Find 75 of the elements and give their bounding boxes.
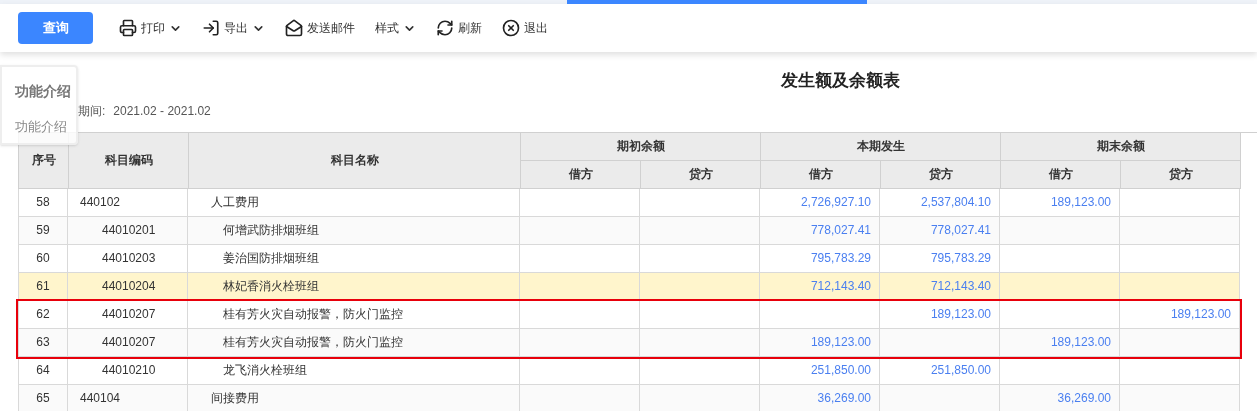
table-cell-text: 44010204 xyxy=(102,278,156,295)
printer-icon xyxy=(119,19,137,37)
table-row[interactable]: 60 44010203 姜治国防排烟班组 795,783.29 795,783.29 xyxy=(18,244,1240,273)
report-title: 发生额及余额表 xyxy=(780,71,900,90)
table-cell-text: 桂有芳火灾自动报警，防火门监控 xyxy=(223,306,403,323)
column-header: 科目编码 xyxy=(69,132,189,189)
table-cell-text: 64 xyxy=(36,362,50,379)
amount-cell-text: 712,143.40 xyxy=(810,278,871,295)
amount-cell-text: 251,850.00 xyxy=(930,362,991,379)
table-cell-text: 间接费用 xyxy=(211,390,259,407)
table-row[interactable]: 62 44010207 桂有芳火灾自动报警，防火门监控 189,123.00 189,123.00 xyxy=(18,300,1240,329)
toolbar-button[interactable]: 发送邮件 xyxy=(285,19,355,37)
table-cell-text: 61 xyxy=(36,278,50,295)
refresh-icon xyxy=(436,19,454,37)
table-cell-text: 44010201 xyxy=(102,222,156,239)
table-row[interactable]: 65 440104 间接费用 36,269.00 36,269.00 xyxy=(18,384,1240,411)
envelope-icon xyxy=(285,19,303,37)
amount-cell-text: 712,143.40 xyxy=(930,278,991,295)
column-header: 借方 xyxy=(761,160,881,189)
amount-cell-text: 189,123.00 xyxy=(930,306,991,323)
column-header: 贷方 xyxy=(641,160,761,189)
toolbar-button[interactable]: 退出 xyxy=(502,19,548,37)
table-row[interactable]: 63 44010207 桂有芳火灾自动报警，防火门监控 189,123.00 189,123.00 xyxy=(18,328,1240,357)
table-cell-text: 桂有芳火灾自动报警，防火门监控 xyxy=(223,334,403,351)
column-group-header: 期末余额 xyxy=(1001,132,1241,161)
table-cell-text: 440104 xyxy=(80,390,121,407)
table-cell-text: 60 xyxy=(36,250,50,267)
amount-cell-text: 2,726,927.10 xyxy=(800,194,871,211)
toolbar-button[interactable]: 刷新 xyxy=(436,19,482,37)
amount-cell-text: 2,537,804.10 xyxy=(920,194,991,211)
column-group-header: 本期发生 xyxy=(761,132,1001,161)
table-cell-text: 440102 xyxy=(80,194,121,211)
amount-cell-text: 795,783.29 xyxy=(810,250,871,267)
period-value: 2021.02 - 2021.02 xyxy=(113,102,211,120)
amount-cell-text: 778,027.41 xyxy=(810,222,871,239)
amount-cell-text: 795,783.29 xyxy=(930,250,991,267)
amount-cell-text: 189,123.00 xyxy=(1170,306,1231,323)
table-cell-text: 58 xyxy=(36,194,50,211)
table-cell-text: 63 xyxy=(36,334,50,351)
column-header: 借方 xyxy=(521,160,641,189)
table-cell-text: 姜治国防排烟班组 xyxy=(223,250,319,267)
toolbar-button[interactable]: 导出 xyxy=(202,19,265,37)
column-header: 借方 xyxy=(1001,160,1121,189)
table-cell-text: 59 xyxy=(36,222,50,239)
table-cell-text: 65 xyxy=(36,390,50,407)
help-link[interactable]: 功能介绍 xyxy=(15,119,67,134)
table-cell-text: 人工费用 xyxy=(211,194,259,211)
table-cell-text: 林妃香消火栓班组 xyxy=(223,278,319,295)
table-cell-text: 龙飞消火栓班组 xyxy=(223,362,307,379)
amount-cell-text: 251,850.00 xyxy=(810,362,871,379)
amount-cell-text: 189,123.00 xyxy=(1050,334,1111,351)
table-cell-text: 44010207 xyxy=(102,306,156,323)
amount-cell-text: 36,269.00 xyxy=(1057,390,1111,407)
amount-cell-text: 36,269.00 xyxy=(817,390,871,407)
column-header: 科目名称 xyxy=(189,132,521,189)
amount-cell-text: 189,123.00 xyxy=(1050,194,1111,211)
help-title: 功能介绍 xyxy=(15,82,72,101)
amount-cell-text: 189,123.00 xyxy=(810,334,871,351)
period-label: 期间: xyxy=(78,102,106,120)
table-cell-text: 44010203 xyxy=(102,250,156,267)
amount-cell-text: 778,027.41 xyxy=(930,222,991,239)
table-cell-text: 何增武防排烟班组 xyxy=(223,222,319,239)
column-header: 贷方 xyxy=(881,160,1001,189)
table-row[interactable]: 61 44010204 林妃香消火栓班组 712,143.40 712,143.40 xyxy=(18,272,1240,301)
close-icon xyxy=(502,19,520,37)
column-header: 贷方 xyxy=(1121,160,1241,189)
table-cell-text: 62 xyxy=(36,306,50,323)
table-cell-text: 44010207 xyxy=(102,334,156,351)
table-row[interactable]: 58 440102 人工费用 2,726,927.10 2,537,804.10 189,123.00 xyxy=(18,188,1240,217)
column-group-header: 期初余额 xyxy=(521,132,761,161)
toolbar-button[interactable]: 样式 xyxy=(375,19,416,37)
table-cell-text: 44010210 xyxy=(102,362,156,379)
export-icon xyxy=(202,19,220,37)
table-row[interactable]: 59 44010201 何增武防排烟班组 778,027.41 778,027.41 xyxy=(18,216,1240,245)
toolbar-button[interactable]: 打印 xyxy=(119,19,182,37)
